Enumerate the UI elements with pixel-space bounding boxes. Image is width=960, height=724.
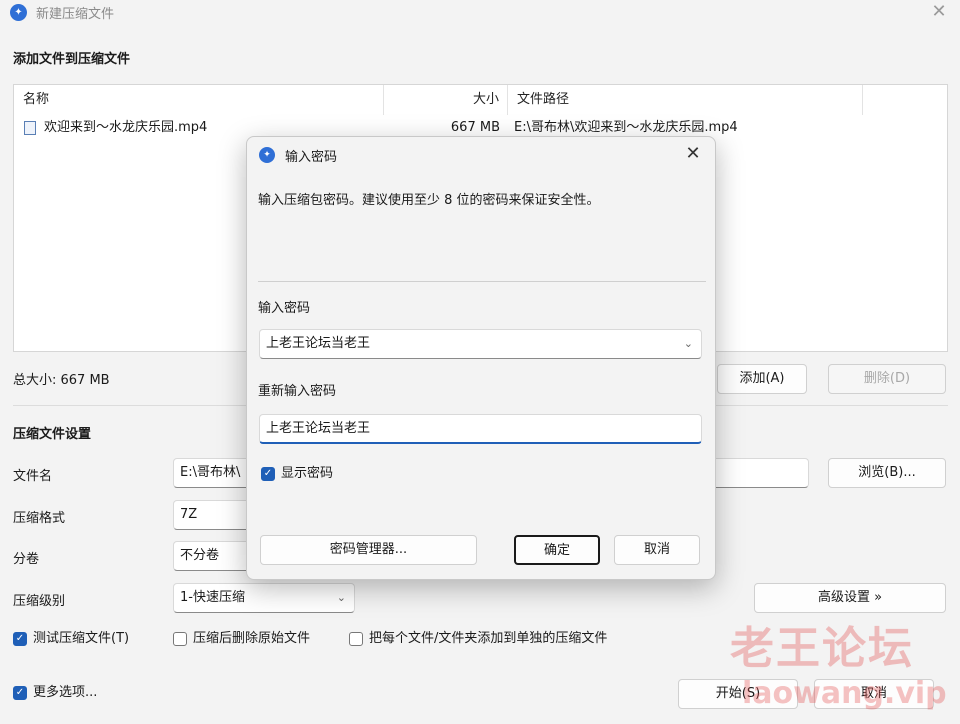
separate-archives-checkbox[interactable]: 把每个文件/文件夹添加到单独的压缩文件 (349, 630, 607, 648)
separate-archives-label: 把每个文件/文件夹添加到单独的压缩文件 (369, 631, 608, 646)
test-archive-checkbox[interactable]: ✓ 测试压缩文件(T) (13, 630, 129, 648)
file-icon (24, 121, 36, 135)
password-value: 上老王论坛当老王 (266, 336, 371, 351)
password-dialog: ✦ 输入密码 ✕ 输入压缩包密码。建议使用至少 8 位的密码来保证安全性。 输入… (246, 136, 716, 580)
chevron-down-icon: ⌄ (336, 591, 346, 604)
files-heading: 添加文件到压缩文件 (13, 52, 131, 67)
window-title: 新建压缩文件 (36, 7, 115, 22)
dialog-description: 输入压缩包密码。建议使用至少 8 位的密码来保证安全性。 (258, 193, 600, 208)
show-password-checkbox[interactable]: ✓ 显示密码 (261, 465, 333, 483)
ok-button[interactable]: 确定 (514, 535, 600, 565)
split-value: 不分卷 (180, 548, 220, 563)
advanced-settings-button[interactable]: 高级设置 » (754, 583, 946, 613)
confirm-password-input[interactable]: 上老王论坛当老王 (259, 414, 702, 444)
close-icon[interactable]: ✕ (681, 142, 705, 166)
checkmark-icon: ✓ (13, 686, 27, 700)
settings-heading: 压缩文件设置 (13, 427, 92, 442)
format-label: 压缩格式 (13, 511, 66, 526)
close-icon[interactable]: ✕ (928, 1, 950, 23)
format-value: 7Z (180, 507, 198, 522)
checkmark-icon: ✓ (261, 467, 275, 481)
password-manager-button[interactable]: 密码管理器... (260, 535, 477, 565)
level-value: 1-快速压缩 (180, 590, 245, 605)
dialog-title: 输入密码 (285, 150, 338, 165)
total-size: 总大小: 667 MB (13, 373, 110, 388)
app-icon: ✦ (10, 4, 27, 21)
split-label: 分卷 (13, 552, 40, 567)
title-bar: ✦ 新建压缩文件 ✕ (0, 0, 960, 24)
checkmark-icon: ✓ (13, 632, 27, 646)
password-input[interactable]: 上老王论坛当老王 ⌄ (259, 329, 702, 359)
delete-button[interactable]: 删除(D) (828, 364, 946, 394)
chevron-down-icon[interactable]: ⌄ (684, 330, 693, 358)
password-label: 输入密码 (258, 301, 311, 316)
level-select[interactable]: 1-快速压缩 ⌄ (173, 583, 355, 613)
app-icon: ✦ (259, 147, 275, 163)
column-size[interactable]: 大小 (384, 85, 508, 115)
add-button[interactable]: 添加(A) (717, 364, 807, 394)
watermark-text: 老王论坛 (730, 623, 914, 674)
column-name[interactable]: 名称 (14, 85, 384, 115)
level-label: 压缩级别 (13, 594, 66, 609)
filename-value: E:\哥布林\ (180, 465, 241, 480)
more-options-label: 更多选项... (33, 685, 98, 700)
delete-after-checkbox[interactable]: 压缩后删除原始文件 (173, 630, 310, 648)
dialog-cancel-button[interactable]: 取消 (614, 535, 700, 565)
confirm-password-value: 上老王论坛当老王 (266, 421, 371, 436)
file-name: 欢迎来到～水龙庆乐园.mp4 (44, 120, 208, 135)
confirm-password-label: 重新输入密码 (258, 384, 337, 399)
filename-label: 文件名 (13, 469, 53, 484)
delete-after-label: 压缩后删除原始文件 (193, 631, 311, 646)
column-path[interactable]: 文件路径 (508, 85, 863, 115)
divider (258, 281, 706, 282)
more-options-checkbox[interactable]: ✓ 更多选项... (13, 684, 97, 702)
test-archive-label: 测试压缩文件(T) (33, 631, 130, 646)
show-password-label: 显示密码 (281, 466, 334, 481)
browse-button[interactable]: 浏览(B)... (828, 458, 946, 488)
watermark-url: laowang.vip (742, 676, 947, 711)
